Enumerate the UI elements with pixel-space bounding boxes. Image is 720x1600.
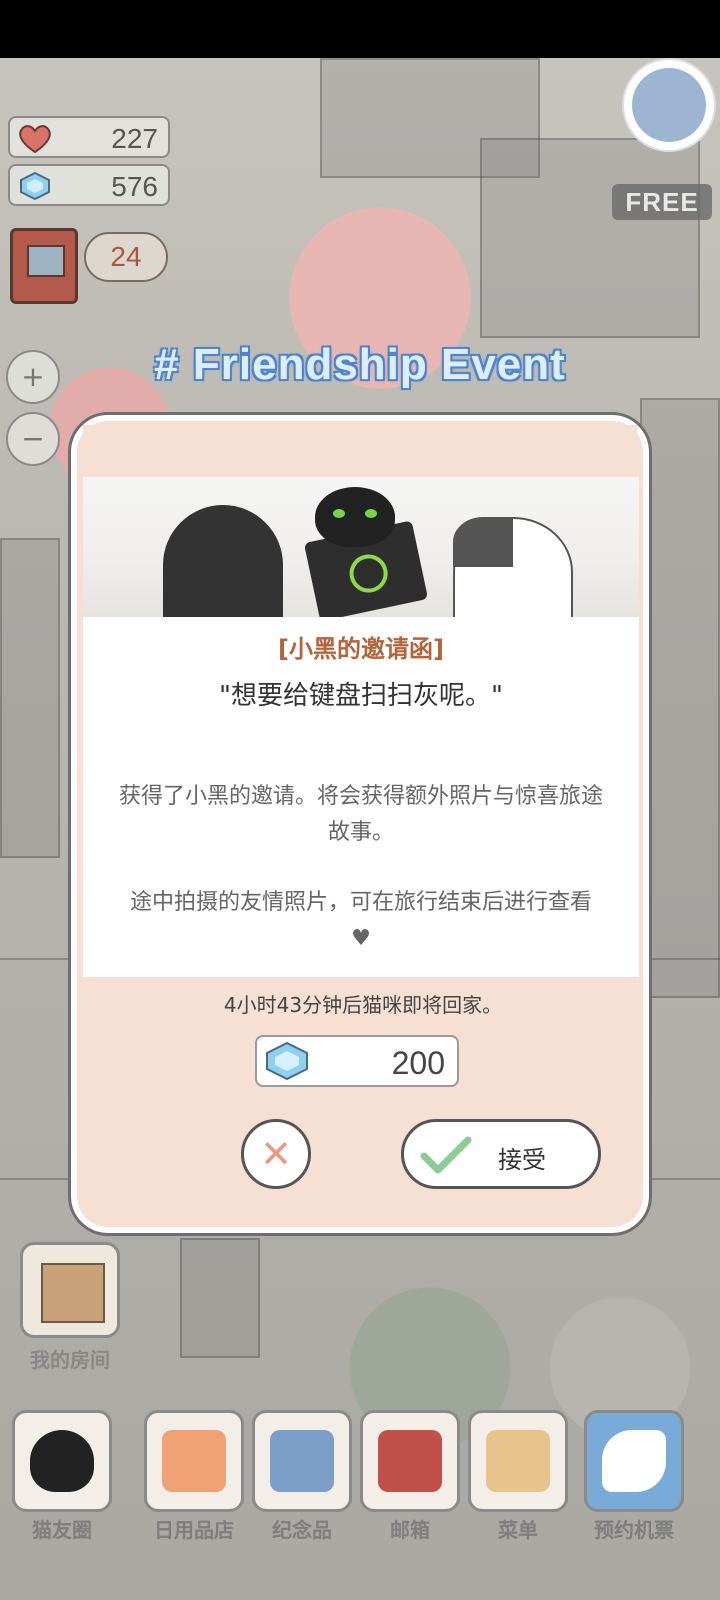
souvenir-box-icon	[270, 1430, 334, 1492]
airplane-icon	[602, 1430, 666, 1492]
cat-friends-icon	[30, 1430, 94, 1492]
white-cat-illustration	[453, 517, 573, 617]
zoom-out-button[interactable]: −	[6, 412, 60, 466]
scene-fence	[0, 538, 60, 858]
letter-title: [小黑的邀请函]	[278, 635, 444, 663]
free-badge[interactable]: FREE	[612, 184, 712, 220]
black-cat-head-icon	[315, 487, 395, 547]
letter-quote: "想要给键盘扫扫灰呢。"	[219, 681, 503, 711]
avatar-icon	[632, 68, 706, 142]
gem-icon	[20, 171, 50, 201]
nav-label: 猫友圈	[32, 1518, 92, 1542]
profile-avatar[interactable]	[622, 58, 716, 152]
invitation-dialog: [小黑的邀请函] "想要给键盘扫扫灰呢。" 获得了小黑的邀请。将会获得额外照片与…	[68, 412, 652, 1236]
heart-mark-icon: ♥	[351, 926, 371, 951]
dialog-body: [小黑的邀请函] "想要给键盘扫扫灰呢。" 获得了小黑的邀请。将会获得额外照片与…	[83, 617, 639, 977]
status-bar	[0, 0, 720, 58]
decline-button[interactable]: ✕	[241, 1119, 311, 1189]
book-icon[interactable]	[10, 228, 78, 304]
accept-label: 接受	[498, 1146, 546, 1174]
scene-canopy	[480, 138, 700, 338]
gem-cost-value: 200	[391, 1045, 445, 1081]
mailbox-icon	[378, 1430, 442, 1492]
notification-bubble[interactable]: 24	[84, 232, 168, 282]
invitation-description: 获得了小黑的邀请。将会获得额外照片与惊喜旅途故事。	[118, 784, 603, 845]
return-time-text: 4小时43分钟后猫咪即将回家。	[223, 993, 503, 1017]
my-room-button[interactable]	[20, 1242, 120, 1338]
close-icon: ✕	[260, 1132, 292, 1176]
heart-icon	[19, 125, 51, 154]
nav-cat-friends[interactable]: 猫友圈	[12, 1410, 112, 1542]
shop-icon	[162, 1430, 226, 1492]
gem-counter: 576	[8, 164, 170, 206]
scene-stairs	[640, 398, 720, 998]
dialog-header-band	[83, 425, 637, 477]
check-icon	[420, 1136, 472, 1174]
gem-cost-display: 200	[255, 1035, 459, 1087]
my-room-label: 我的房间	[30, 1348, 110, 1372]
heart-counter: 227	[8, 116, 170, 158]
folder-icon	[486, 1430, 550, 1492]
scene-sign	[180, 1238, 260, 1358]
black-cat-illustration	[163, 505, 283, 617]
accept-button[interactable]: 接受	[401, 1119, 601, 1189]
gem-count: 576	[111, 171, 158, 202]
photo-description-text: 途中拍摄的友情照片，可在旅行结束后进行查看	[129, 890, 592, 915]
heart-count: 227	[111, 123, 158, 154]
zoom-in-button[interactable]: +	[6, 350, 60, 404]
photo-description: 途中拍摄的友情照片，可在旅行结束后进行查看 ♥	[113, 885, 609, 957]
nav-menu[interactable]: 菜单	[468, 1410, 568, 1542]
nav-daily-shop[interactable]: 日用品店	[144, 1410, 244, 1542]
nav-label: 预约机票	[594, 1518, 674, 1542]
event-title: # Friendship Event	[154, 340, 566, 389]
nav-souvenir[interactable]: 纪念品	[252, 1410, 352, 1542]
nav-mailbox[interactable]: 邮箱	[360, 1410, 460, 1542]
invitation-illustration	[83, 477, 639, 617]
gem-icon	[266, 1041, 308, 1081]
nav-flight-ticket[interactable]: 预约机票	[584, 1410, 684, 1542]
